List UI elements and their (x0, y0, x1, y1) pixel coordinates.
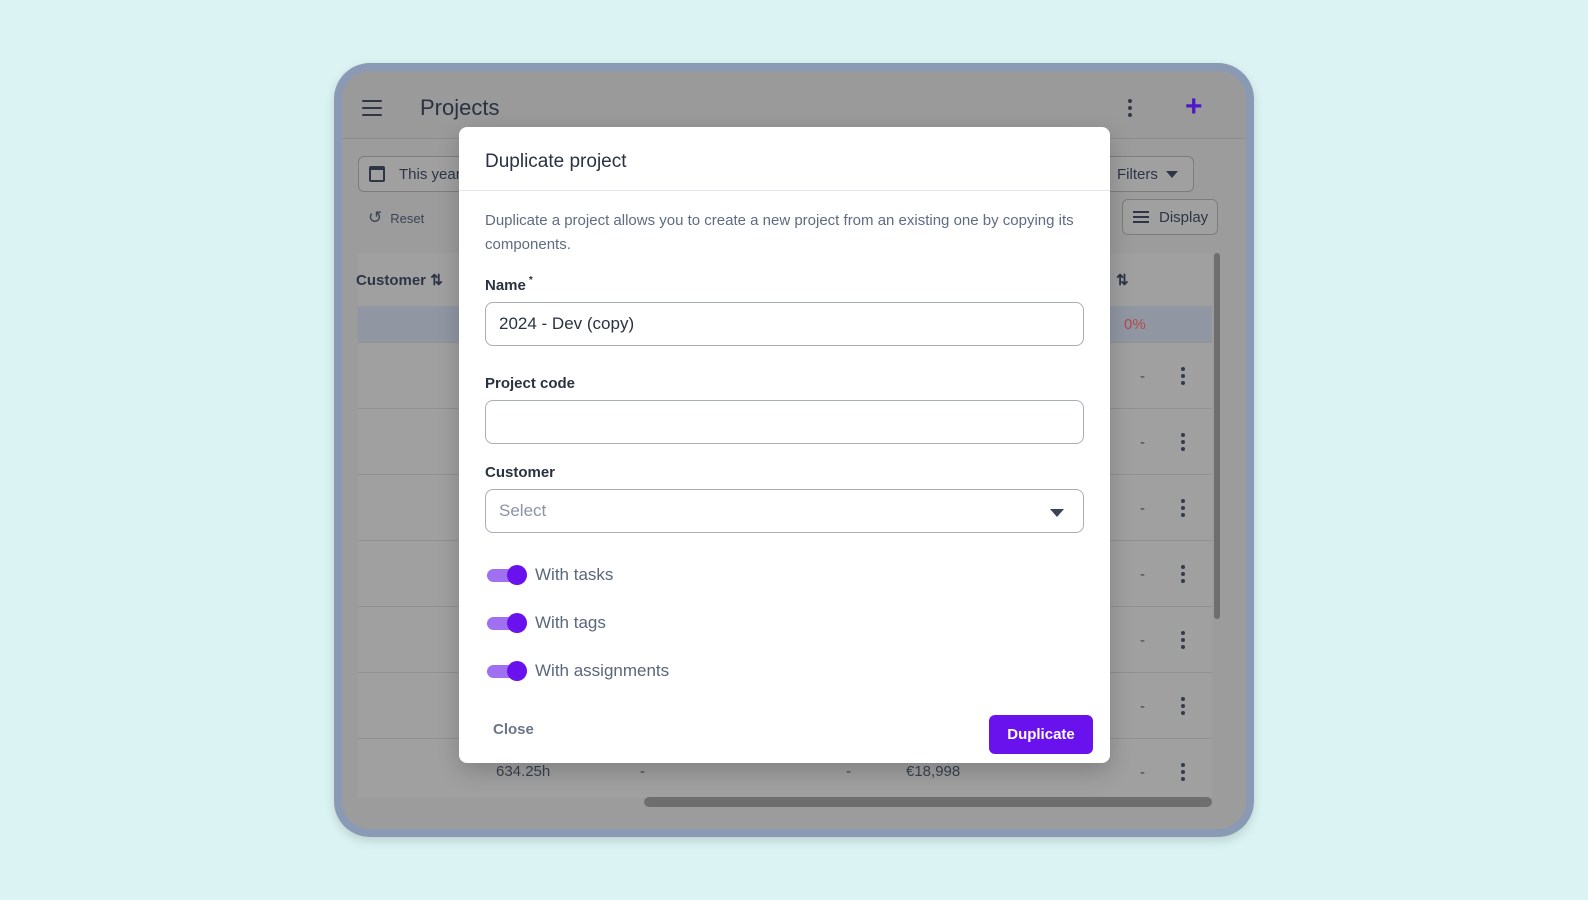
customer-placeholder: Select (499, 501, 547, 520)
cell-value: - (1140, 632, 1145, 649)
column-header-customer[interactable]: Customer ⇅ (356, 271, 443, 289)
row-options-icon[interactable] (1181, 565, 1185, 586)
with-tasks-toggle-row[interactable]: With tasks (485, 564, 613, 586)
sort-icon[interactable]: ⇅ (430, 272, 443, 289)
period-filter-label: This year (399, 165, 461, 183)
percentage-value: 0% (1124, 316, 1146, 333)
cell-value: - (1140, 434, 1145, 451)
cell-value: - (1140, 764, 1145, 781)
menu-icon[interactable] (362, 100, 382, 116)
name-input[interactable] (485, 302, 1084, 346)
project-code-input[interactable] (485, 400, 1084, 444)
customer-select[interactable]: Select (485, 489, 1084, 533)
sort-icon[interactable]: ⇅ (1116, 271, 1129, 289)
cell-value: - (640, 763, 645, 780)
chevron-down-icon (1050, 509, 1064, 517)
with-tags-toggle-row[interactable]: With tags (485, 612, 606, 634)
cell-value: - (1140, 698, 1145, 715)
with-tasks-toggle[interactable] (485, 564, 527, 586)
with-assignments-toggle-row[interactable]: With assignments (485, 660, 669, 682)
filters-label: Filters (1117, 165, 1158, 183)
duplicate-button[interactable]: Duplicate (989, 715, 1093, 754)
chevron-down-icon (1165, 170, 1178, 178)
project-code-label: Project code (485, 375, 576, 392)
cell-value: - (1140, 566, 1145, 583)
cell-value: - (846, 763, 851, 780)
add-project-icon[interactable]: + (1185, 92, 1203, 122)
row-options-icon[interactable] (1181, 697, 1185, 718)
vertical-scrollbar[interactable] (1214, 253, 1220, 619)
row-options-icon[interactable] (1181, 631, 1185, 652)
undo-icon: ↺ (368, 208, 383, 227)
close-button[interactable]: Close (485, 717, 542, 742)
filters-button[interactable]: Filters (1102, 156, 1194, 192)
duplicate-project-dialog: Duplicate project Duplicate a project al… (459, 127, 1110, 763)
row-options-icon[interactable] (1181, 433, 1185, 454)
divider (459, 190, 1110, 191)
customer-label: Customer (485, 464, 556, 481)
horizontal-scrollbar[interactable] (644, 797, 1212, 807)
row-options-icon[interactable] (1181, 763, 1185, 784)
name-label: Name * (485, 275, 533, 294)
display-button[interactable]: Display (1122, 199, 1218, 235)
row-options-icon[interactable] (1181, 499, 1185, 520)
toggle-label: With tasks (535, 565, 614, 584)
calendar-icon (369, 166, 385, 182)
required-mark: * (528, 275, 533, 286)
hours-cell: 634.25h (496, 763, 551, 780)
cell-value: - (1140, 368, 1145, 385)
with-tags-toggle[interactable] (485, 612, 527, 634)
reset-button[interactable]: ↺ Reset (368, 208, 424, 228)
display-label: Display (1159, 208, 1209, 226)
more-options-icon[interactable] (1128, 99, 1132, 120)
amount-cell: €18,998 (906, 763, 961, 780)
toggle-label: With assignments (535, 661, 670, 680)
dialog-description: Duplicate a project allows you to create… (485, 212, 1074, 253)
cell-value: - (1140, 500, 1145, 517)
with-assignments-toggle[interactable] (485, 660, 527, 682)
row-options-icon[interactable] (1181, 367, 1185, 388)
sliders-icon (1133, 210, 1149, 224)
dialog-title: Duplicate project (485, 151, 627, 172)
toggle-label: With tags (535, 613, 606, 632)
page-title: Projects (420, 95, 500, 120)
reset-label: Reset (390, 210, 425, 226)
